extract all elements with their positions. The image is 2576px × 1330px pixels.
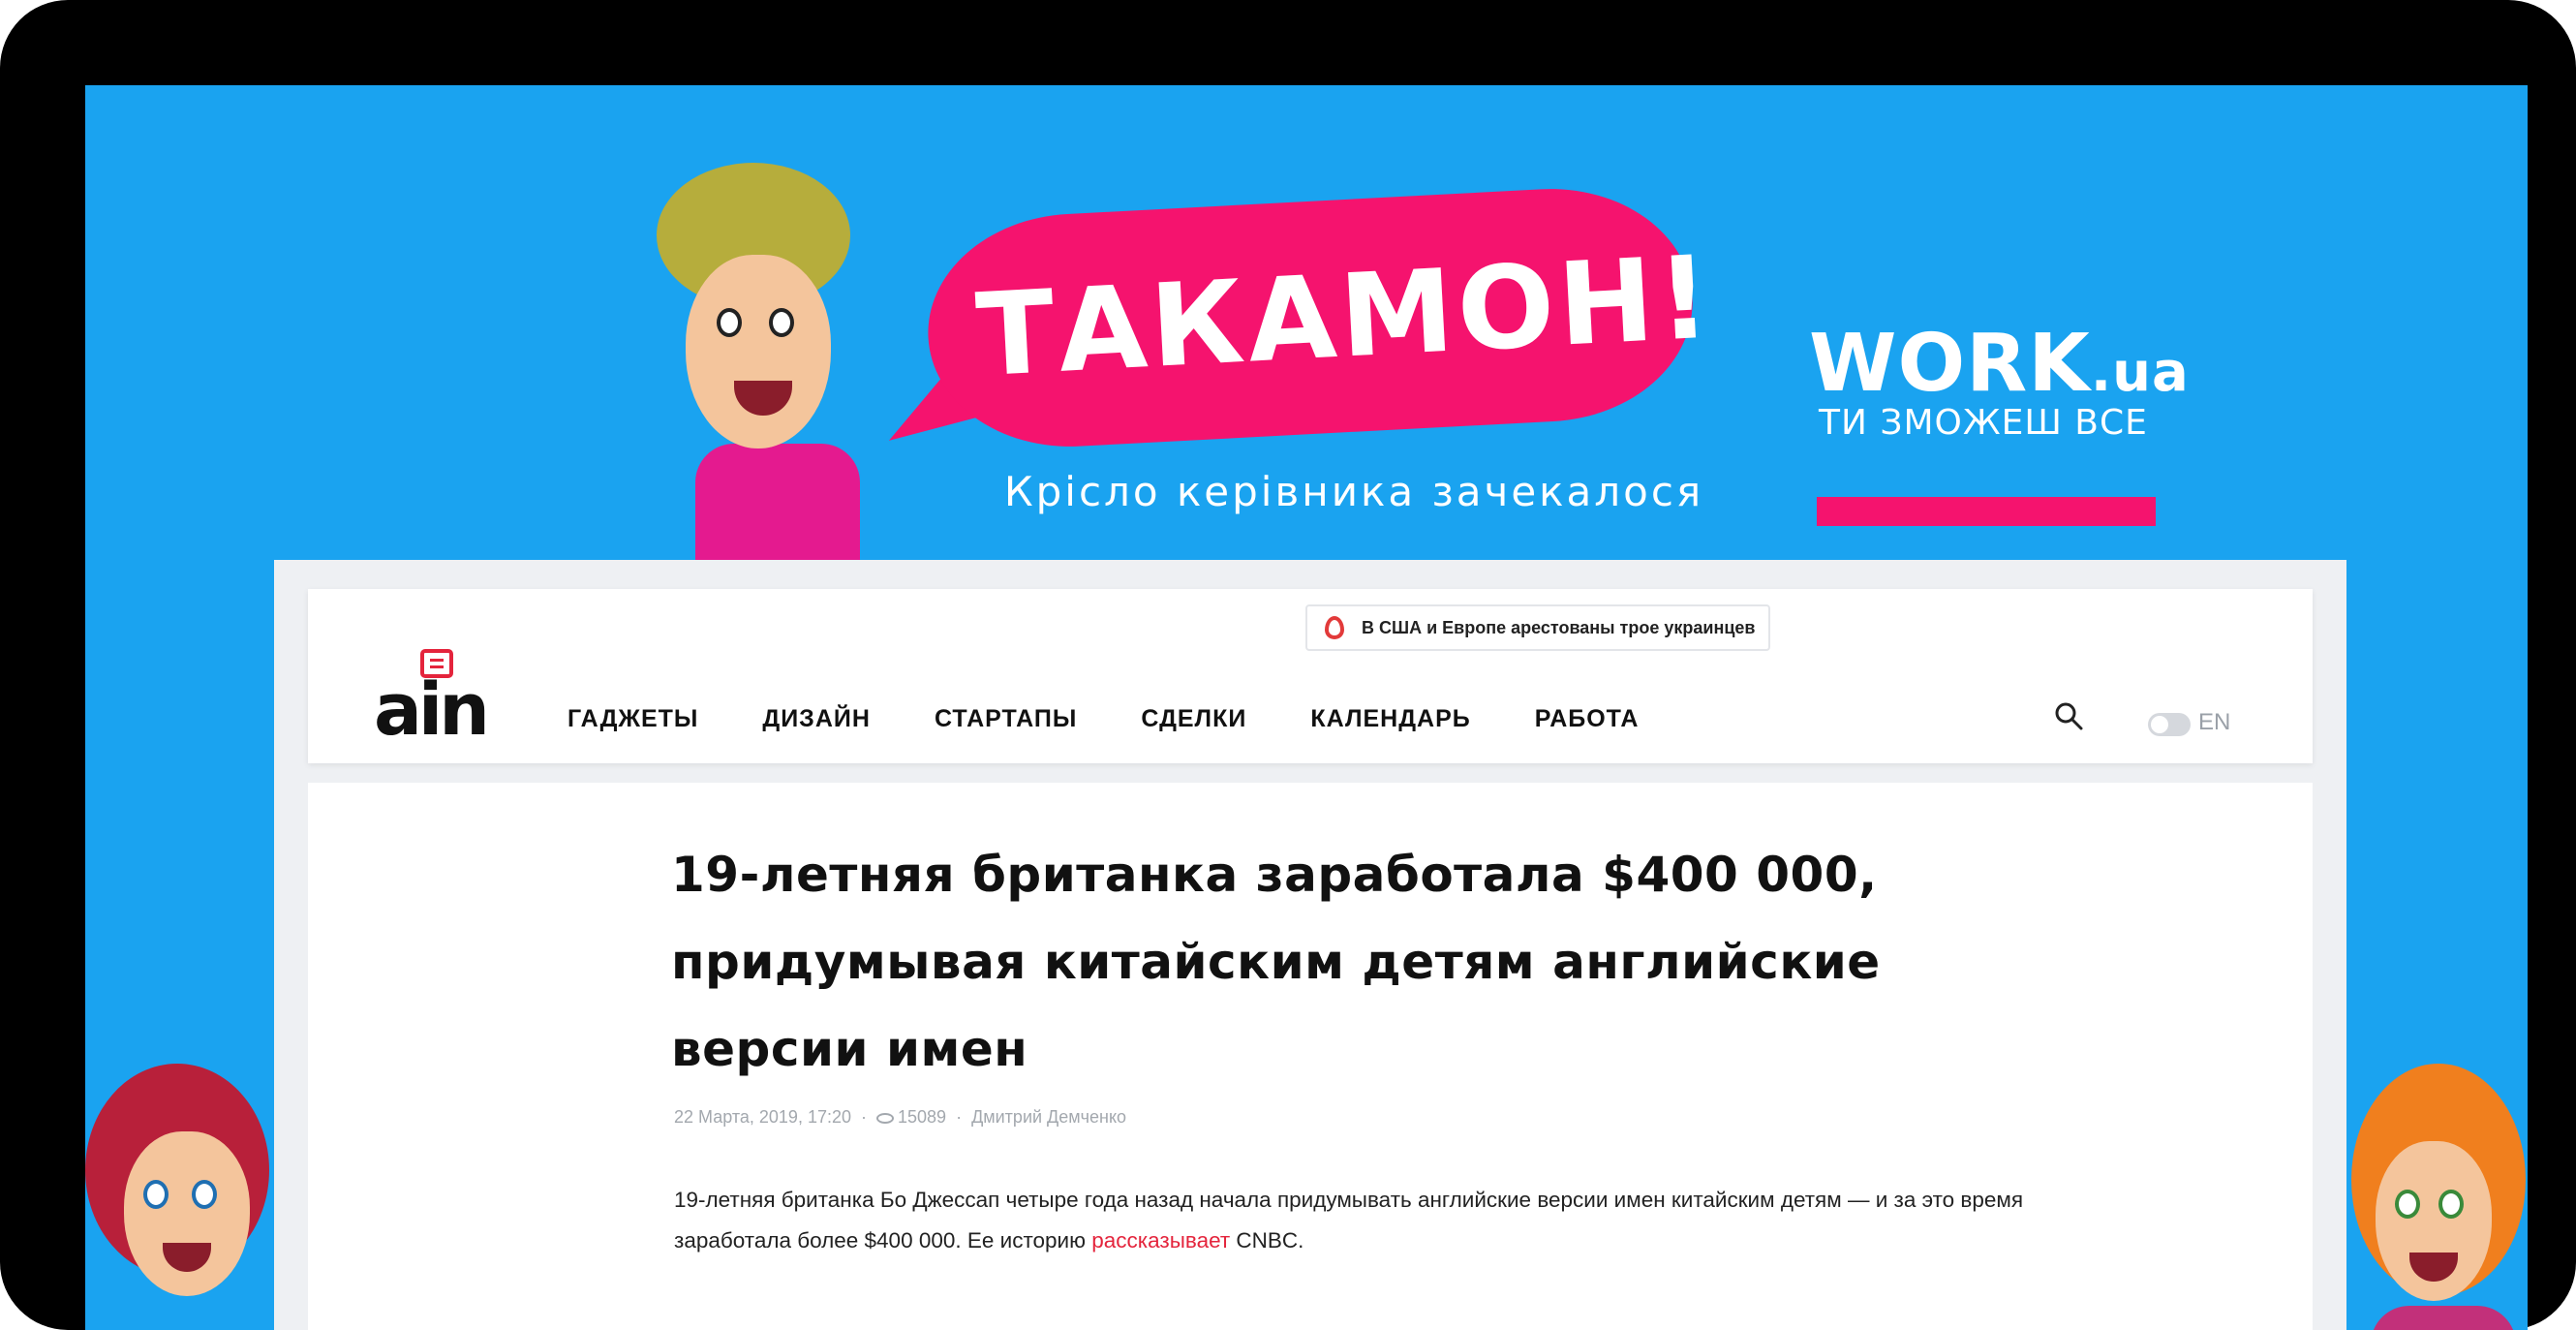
article-date: 22 Марта, 2019, 17:20: [674, 1107, 851, 1127]
article-views: 15089: [898, 1107, 947, 1127]
nav-item-startups[interactable]: СТАРТАПЫ: [935, 705, 1077, 733]
lead-text: 19-летняя британка Бо Джессап четыре год…: [674, 1188, 2024, 1253]
brand-logo[interactable]: WORK.ua: [1809, 318, 2196, 410]
breaking-news-link[interactable]: В США и Европе арестованы трое украинцев: [1305, 604, 1771, 651]
lead-text-end: CNBC.: [1230, 1228, 1304, 1253]
brand-tagline: ТИ ЗМОЖЕШ ВСЕ: [1819, 403, 2148, 443]
article: 19-летняя британка заработала $400 000, …: [308, 783, 2313, 1330]
site-header: В США и Европе арестованы трое украинцев…: [308, 589, 2313, 763]
language-toggle[interactable]: [2148, 713, 2191, 736]
article-meta: 22 Марта, 2019, 17:20 · 15089 · Дмитрий …: [674, 1107, 1127, 1127]
nav-item-jobs[interactable]: РАБОТА: [1535, 705, 1640, 733]
eye-icon: [876, 1112, 894, 1124]
nav-item-calendar[interactable]: КАЛЕНДАРЬ: [1310, 705, 1470, 733]
screen: ТАКАМОН! Крісло керівника зачекалося WOR…: [85, 85, 2528, 1330]
breaking-news-text: В США и Европе арестованы трое украинцев: [1362, 618, 1756, 637]
brand-accent-bar: [1817, 497, 2156, 526]
flame-icon: [1325, 616, 1344, 639]
search-icon[interactable]: [2054, 701, 2083, 730]
site-logo[interactable]: ain: [374, 674, 490, 746]
brand-domain: .ua: [2090, 341, 2190, 404]
banner-character-left: [628, 163, 879, 570]
article-author[interactable]: Дмитрий Демченко: [971, 1107, 1126, 1127]
banner-subtitle: Крісло керівника зачекалося: [1003, 468, 1704, 515]
chat-bubble-icon: [420, 649, 453, 678]
main-nav: ГАДЖЕТЫ ДИЗАЙН СТАРТАПЫ СДЕЛКИ КАЛЕНДАРЬ…: [567, 705, 1639, 733]
nav-item-design[interactable]: ДИЗАЙН: [762, 705, 871, 733]
source-link[interactable]: рассказывает: [1091, 1228, 1230, 1253]
article-title: 19-летняя британка заработала $400 000, …: [671, 847, 1881, 1077]
brand-name: WORK: [1809, 318, 2091, 410]
nav-item-gadgets[interactable]: ГАДЖЕТЫ: [567, 705, 698, 733]
language-label[interactable]: EN: [2198, 709, 2230, 736]
article-lead: 19-летняя британка Бо Джессап четыре год…: [674, 1180, 2088, 1261]
device-frame: ТАКАМОН! Крісло керівника зачекалося WOR…: [0, 0, 2576, 1330]
nav-item-deals[interactable]: СДЕЛКИ: [1141, 705, 1246, 733]
banner-character-bottom-right: [2342, 1064, 2526, 1330]
banner-character-bottom-left: [85, 1064, 279, 1330]
banner-slogan: ТАКАМОН!: [972, 230, 1717, 403]
